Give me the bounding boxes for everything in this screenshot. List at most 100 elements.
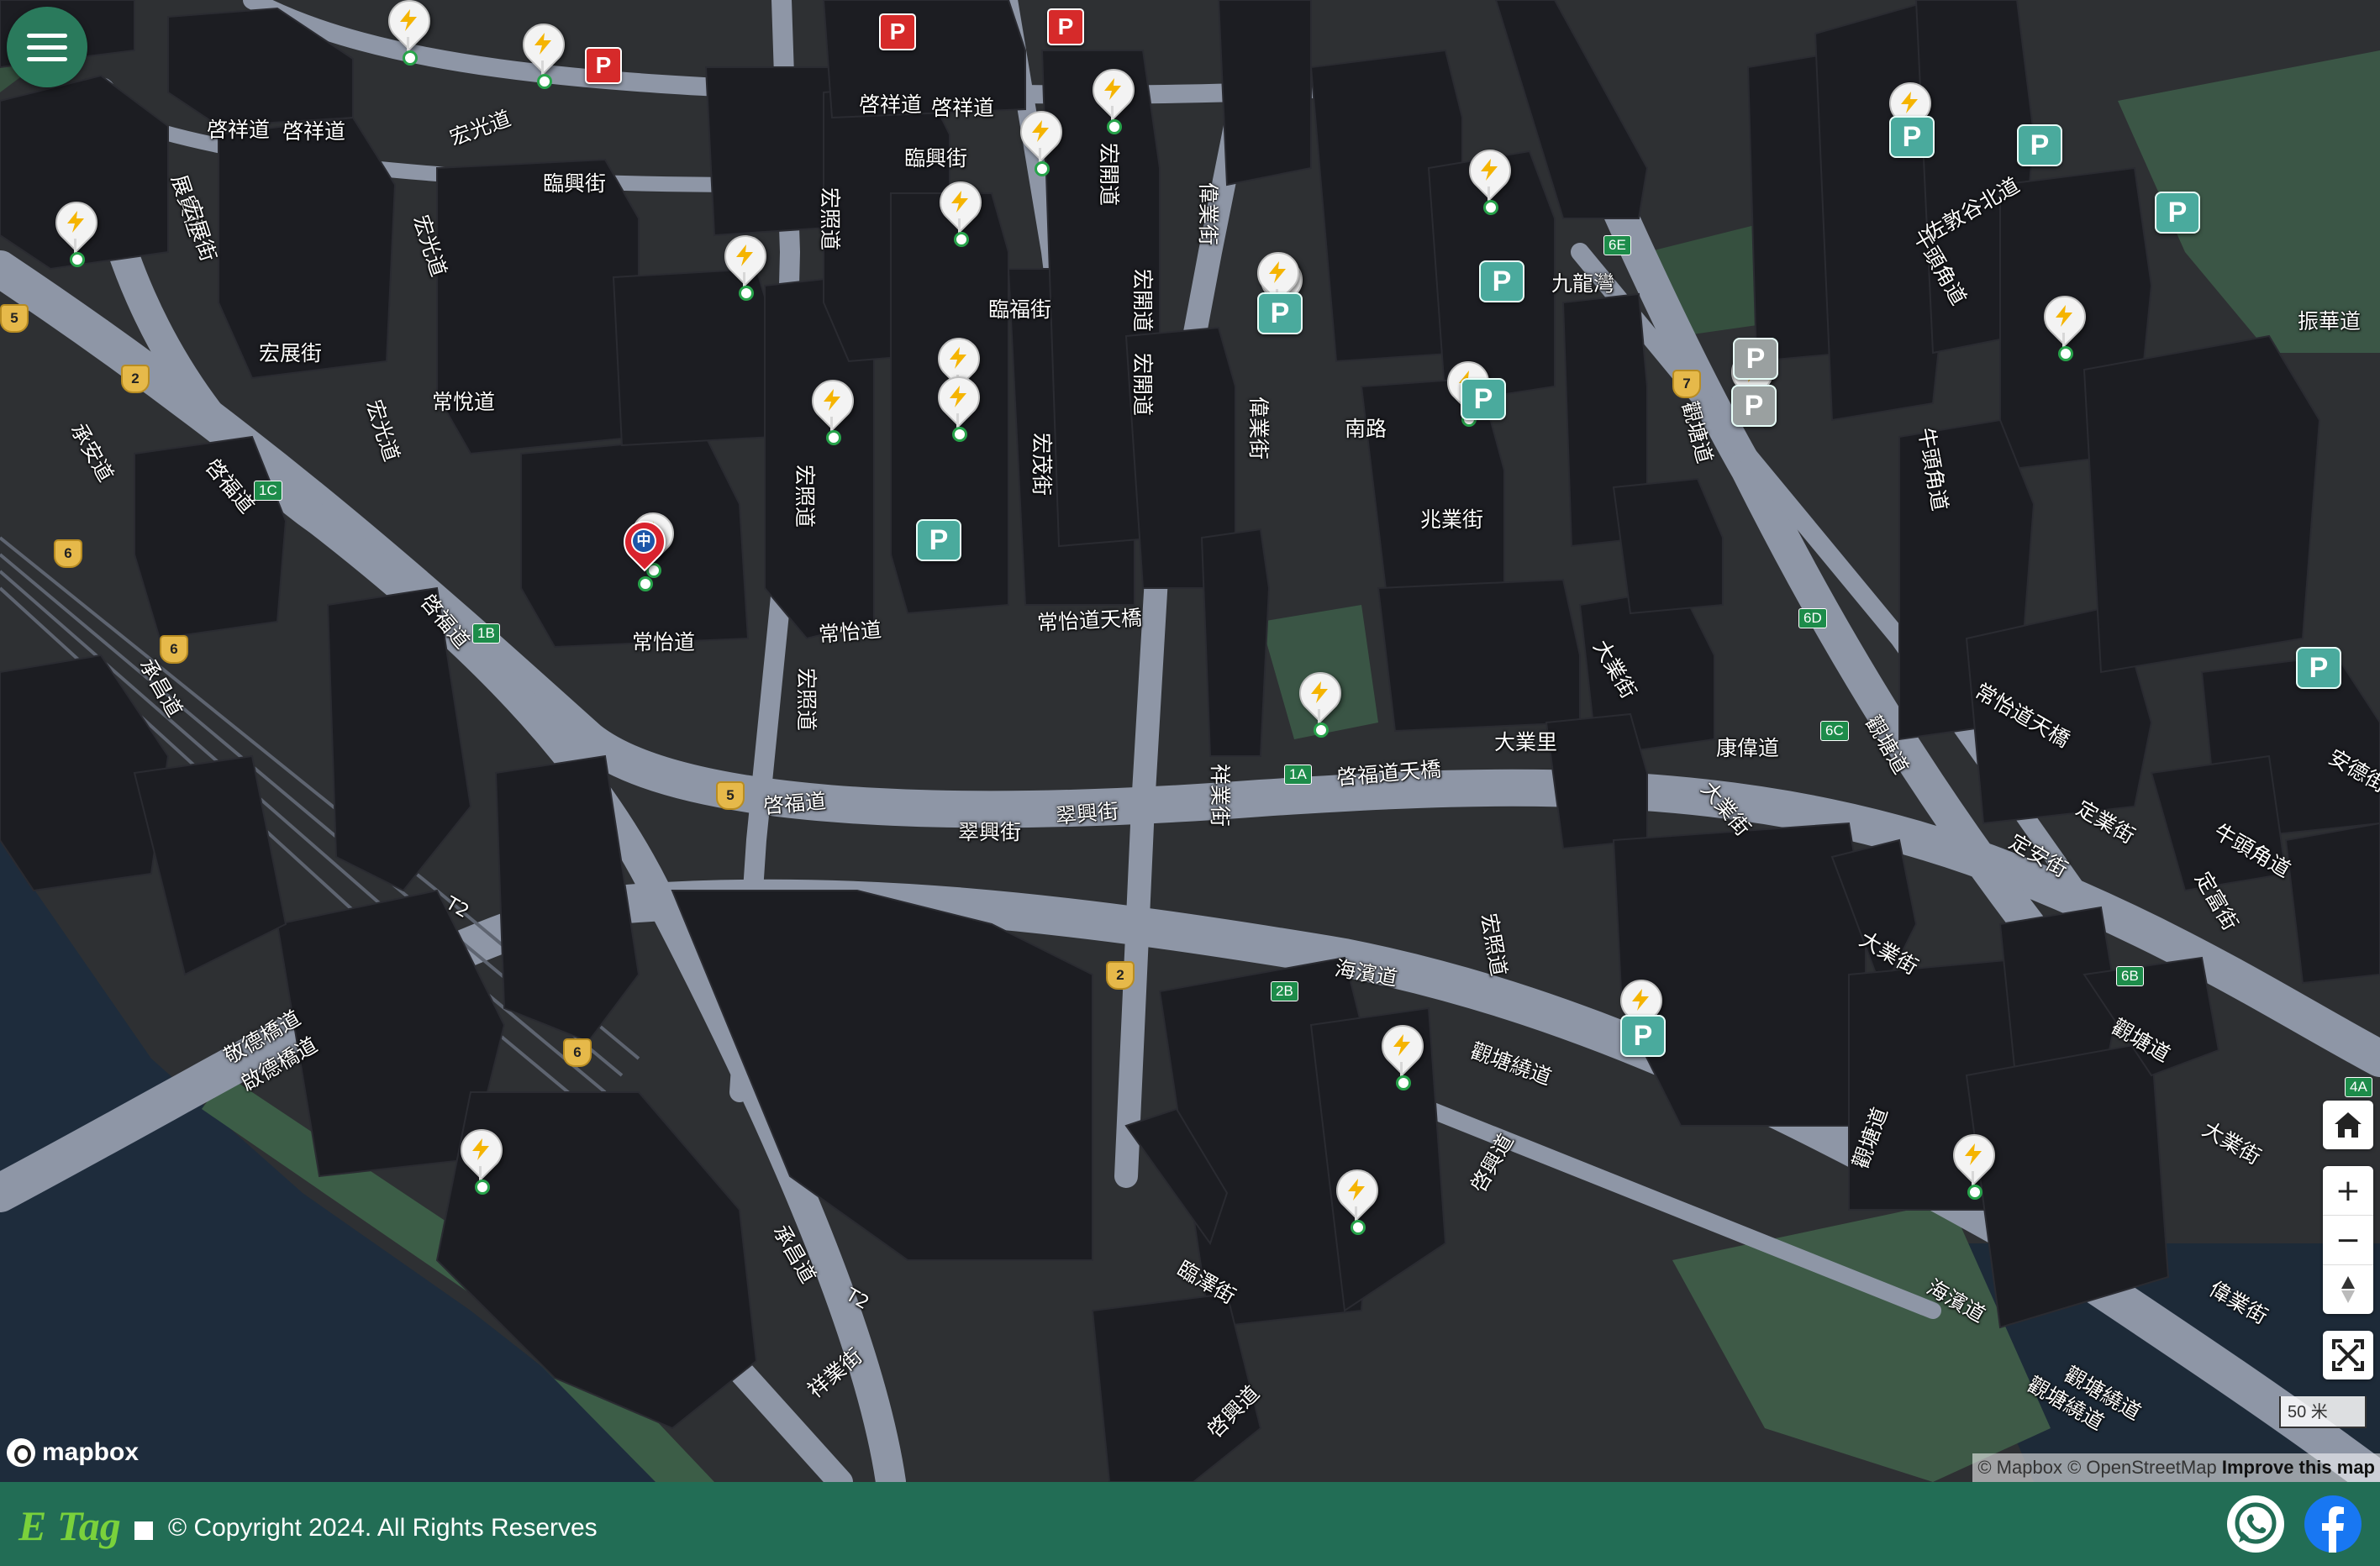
route-shield: 6 bbox=[54, 539, 82, 568]
charger-marker[interactable] bbox=[1083, 60, 1144, 134]
menu-icon bbox=[27, 34, 67, 38]
parking-icon[interactable]: P bbox=[1257, 292, 1303, 334]
charger-marker[interactable] bbox=[513, 14, 574, 89]
lightning-icon bbox=[1963, 1143, 1983, 1166]
signal-icon bbox=[134, 1521, 154, 1540]
route-shield: 2 bbox=[121, 365, 150, 393]
compass-button[interactable] bbox=[2323, 1265, 2373, 1314]
paid-parking-icon[interactable]: P bbox=[1047, 8, 1084, 45]
parking-icon[interactable]: P bbox=[1620, 1015, 1666, 1057]
exit-number: 6C bbox=[1820, 721, 1849, 741]
exit-number: 6B bbox=[2116, 966, 2144, 986]
route-shield: 5 bbox=[716, 781, 745, 810]
charger-marker[interactable] bbox=[803, 370, 863, 445]
lightning-icon bbox=[1899, 91, 1919, 114]
parking-icon[interactable]: P bbox=[2155, 192, 2200, 234]
exit-number: 1C bbox=[254, 481, 282, 501]
exit-number: 6E bbox=[1603, 235, 1631, 255]
charger-marker[interactable] bbox=[929, 367, 989, 442]
parking-icon[interactable]: P bbox=[1461, 378, 1506, 420]
whatsapp-button[interactable] bbox=[2227, 1495, 2284, 1553]
lightning-icon bbox=[1030, 119, 1050, 143]
scale-bar: 50 米 bbox=[2279, 1396, 2367, 1428]
charger-marker[interactable] bbox=[1944, 1125, 2004, 1200]
lightning-icon bbox=[950, 190, 970, 213]
zoom-out-button[interactable]: − bbox=[2323, 1216, 2373, 1265]
parking-icon[interactable]: P bbox=[916, 519, 961, 561]
charger-marker[interactable] bbox=[1327, 1160, 1387, 1235]
lightning-icon bbox=[533, 32, 553, 55]
copyright-text: © Copyright 2024. All Rights Reserves bbox=[168, 1514, 598, 1542]
lightning-icon bbox=[1392, 1033, 1412, 1057]
route-shield: 6 bbox=[160, 635, 188, 664]
mapbox-icon bbox=[7, 1438, 35, 1467]
charger-marker[interactable] bbox=[930, 172, 991, 247]
charger-marker[interactable] bbox=[1290, 663, 1351, 738]
home-button[interactable] bbox=[2323, 1101, 2373, 1149]
lightning-icon bbox=[1309, 681, 1330, 704]
exit-number: 2B bbox=[1271, 981, 1298, 1001]
etag-logo[interactable]: E Tag bbox=[18, 1501, 154, 1550]
mapbox-logo[interactable]: mapbox bbox=[7, 1438, 139, 1467]
zoom-controls: + − bbox=[2323, 1166, 2373, 1314]
selected-station-marker[interactable]: 中 bbox=[614, 512, 675, 591]
map-attribution: © Mapbox © OpenStreetMap Improve this ma… bbox=[1972, 1453, 2380, 1482]
parking-icon[interactable]: P bbox=[1731, 385, 1777, 427]
lightning-icon bbox=[1479, 158, 1499, 181]
compass-icon bbox=[2341, 1276, 2355, 1303]
mapbox-wordmark: mapbox bbox=[42, 1438, 140, 1466]
lightning-icon bbox=[948, 385, 968, 408]
exit-number: 4A bbox=[2345, 1077, 2372, 1097]
mapbox-attribution-link[interactable]: © Mapbox bbox=[1977, 1457, 2062, 1478]
charger-marker[interactable] bbox=[1460, 140, 1520, 215]
charger-marker[interactable] bbox=[46, 192, 107, 267]
menu-button[interactable] bbox=[7, 7, 87, 87]
parking-icon[interactable]: P bbox=[2017, 124, 2062, 166]
map-basemap bbox=[0, 0, 2380, 1482]
lightning-icon bbox=[1267, 260, 1287, 284]
charger-marker[interactable] bbox=[715, 226, 776, 301]
facebook-icon bbox=[2322, 1506, 2344, 1553]
exit-number: 1B bbox=[472, 623, 500, 644]
station-brand-icon: 中 bbox=[633, 530, 655, 552]
whatsapp-icon bbox=[2235, 1502, 2277, 1544]
lightning-icon bbox=[2054, 304, 2074, 328]
route-shield: 6 bbox=[563, 1038, 592, 1067]
parking-icon[interactable]: P bbox=[1889, 116, 1935, 158]
osm-attribution-link[interactable]: © OpenStreetMap bbox=[2067, 1457, 2217, 1478]
exit-number: 6D bbox=[1798, 608, 1827, 628]
route-shield: 5 bbox=[0, 304, 29, 333]
lightning-icon bbox=[1103, 77, 1123, 101]
exit-number: 1A bbox=[1284, 765, 1312, 785]
charger-marker[interactable] bbox=[451, 1120, 512, 1195]
fullscreen-control[interactable] bbox=[2323, 1331, 2373, 1379]
lightning-icon bbox=[66, 210, 86, 234]
home-control[interactable] bbox=[2323, 1101, 2373, 1149]
lightning-icon bbox=[1346, 1178, 1366, 1201]
route-shield: 7 bbox=[1672, 370, 1701, 398]
lightning-icon bbox=[822, 388, 842, 412]
home-icon bbox=[2335, 1112, 2362, 1138]
charger-marker[interactable] bbox=[2035, 286, 2095, 361]
parking-icon[interactable]: P bbox=[1479, 260, 1524, 302]
lightning-icon bbox=[398, 8, 419, 32]
zoom-in-button[interactable]: + bbox=[2323, 1166, 2373, 1216]
charger-marker[interactable] bbox=[379, 0, 440, 66]
lightning-icon bbox=[471, 1138, 491, 1161]
lightning-icon bbox=[735, 244, 755, 267]
route-shield: 2 bbox=[1106, 961, 1135, 990]
map-canvas[interactable]: 啓祥道 啓祥道 啓祥道 啓祥道 宏光道 臨興街 臨興街 展貿徑 宏展街 宏光道 宏展街 常悅道 宏照道宏… bbox=[0, 0, 2380, 1482]
paid-parking-icon[interactable]: P bbox=[585, 47, 622, 84]
paid-parking-icon[interactable]: P bbox=[879, 13, 916, 50]
logo-text: E Tag bbox=[18, 1502, 121, 1549]
charger-marker[interactable] bbox=[1372, 1016, 1433, 1090]
parking-icon[interactable]: P bbox=[1733, 338, 1778, 380]
lightning-icon bbox=[948, 346, 968, 370]
facebook-button[interactable] bbox=[2304, 1495, 2362, 1553]
charger-marker[interactable] bbox=[1011, 102, 1072, 176]
fullscreen-button[interactable] bbox=[2323, 1331, 2373, 1379]
parking-icon[interactable]: P bbox=[2296, 647, 2341, 689]
lightning-icon bbox=[1630, 988, 1651, 1012]
fullscreen-icon bbox=[2332, 1339, 2364, 1371]
improve-map-link[interactable]: Improve this map bbox=[2222, 1457, 2375, 1478]
